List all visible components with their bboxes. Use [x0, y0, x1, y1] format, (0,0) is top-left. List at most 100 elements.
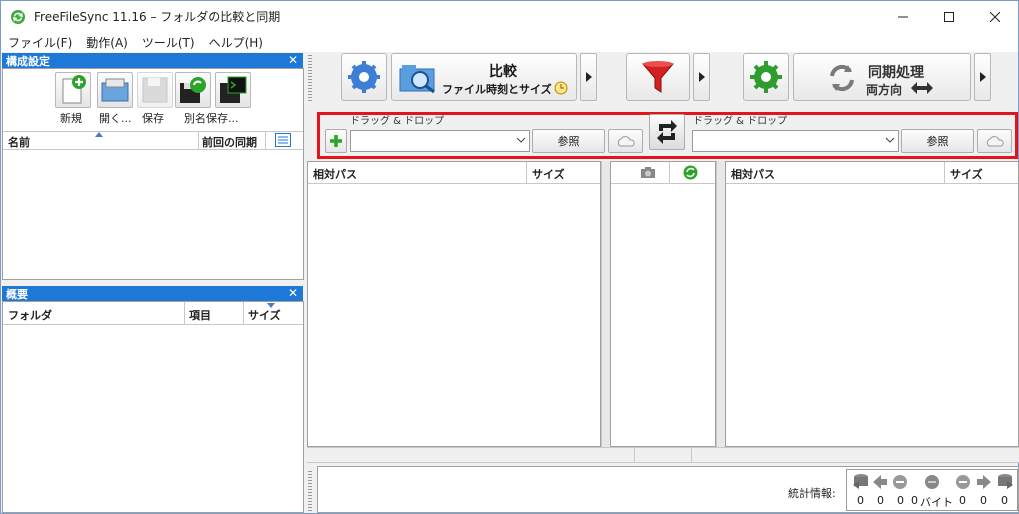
grid-splitter-left[interactable] — [601, 161, 610, 447]
maximize-button[interactable] — [926, 1, 972, 32]
save-config-button[interactable] — [137, 72, 173, 108]
chevron-right-icon — [585, 72, 592, 82]
camera-icon[interactable] — [640, 166, 656, 179]
right-relative-path-header[interactable]: 相対パス — [731, 166, 775, 182]
cloud-icon — [617, 136, 635, 147]
status-bar — [307, 447, 1019, 463]
sync-title: 同期処理 — [868, 65, 924, 81]
grid-splitter-right[interactable] — [716, 161, 725, 447]
sync-settings-button[interactable] — [743, 53, 789, 101]
sync-direction-icon[interactable] — [683, 165, 698, 180]
stat-update-left: 0 — [877, 494, 884, 507]
menu-actions[interactable]: 動作(A) — [79, 34, 135, 51]
browse-left-button[interactable]: 参照 — [532, 129, 605, 153]
compare-settings-gear-icon — [348, 61, 380, 93]
app-window: FreeFileSync 11.16 – フォルダの比較と同期 ファイル(F) … — [0, 0, 1019, 514]
sync-variant: 両方向 — [866, 83, 903, 97]
sync-settings-gear-icon — [750, 61, 782, 93]
overview-panel-title: 概要 — [6, 287, 28, 301]
overview-panel-header: 概要 ✕ — [2, 286, 303, 301]
browse-right-button[interactable]: 参照 — [901, 129, 974, 153]
name-column-header[interactable]: 名前 — [8, 134, 30, 150]
save-disk-icon — [142, 77, 168, 103]
title-bar: FreeFileSync 11.16 – フォルダの比較と同期 — [1, 1, 1018, 32]
menu-bar: ファイル(F) 動作(A) ツール(T) ヘルプ(H) — [1, 32, 1018, 52]
right-size-header[interactable]: サイズ — [950, 166, 983, 182]
window-title: FreeFileSync 11.16 – フォルダの比較と同期 — [34, 10, 281, 24]
left-cloud-button[interactable] — [608, 129, 643, 153]
add-plus-icon — [330, 135, 342, 147]
update-right-icon — [977, 475, 991, 489]
open-folder-icon — [101, 78, 129, 102]
stat-update-right: 0 — [980, 494, 987, 507]
filter-dropdown-button[interactable] — [693, 53, 710, 101]
left-size-header[interactable]: サイズ — [532, 166, 565, 182]
compare-button[interactable]: 比較 ファイル時刻とサイズ — [391, 53, 577, 101]
add-folder-pair-button[interactable] — [325, 129, 347, 153]
stat-bytes: 0 — [911, 494, 918, 507]
save-as-label: 別名保存... — [184, 112, 239, 125]
stat-delete-right: 0 — [959, 494, 966, 507]
statistics-label: 統計情報: — [788, 487, 836, 500]
menu-tools[interactable]: ツール(T) — [135, 34, 202, 51]
minimize-button[interactable] — [880, 1, 926, 32]
left-drop-label: ドラッグ & ドロップ — [350, 116, 445, 127]
left-relative-path-header[interactable]: 相対パス — [313, 166, 357, 182]
save-as-sync-icon — [180, 77, 206, 103]
right-drop-label: ドラッグ & ドロップ — [693, 116, 788, 127]
right-cloud-button[interactable] — [977, 129, 1012, 153]
close-button[interactable] — [972, 1, 1018, 32]
new-config-button[interactable] — [55, 72, 91, 108]
new-document-icon — [62, 75, 86, 104]
freefilesync-logo-icon — [10, 9, 26, 25]
config-panel-close-icon[interactable]: ✕ — [288, 53, 298, 67]
config-panel-title: 構成設定 — [6, 54, 50, 68]
size-column-header[interactable]: サイズ — [248, 307, 281, 323]
compare-title: 比較 — [489, 64, 517, 80]
compare-dropdown-button[interactable] — [580, 53, 597, 101]
config-panel: 新規 開く... 保存 別名保存... 名前 前回の同期 — [2, 68, 304, 280]
menu-file[interactable]: ファイル(F) — [1, 34, 79, 51]
middle-action-grid[interactable] — [610, 161, 716, 447]
save-as-batch-button[interactable] — [215, 72, 251, 108]
items-column-header[interactable]: 項目 — [189, 307, 211, 323]
chevron-right-icon — [698, 72, 705, 82]
sync-button[interactable]: 同期処理 両方向 — [793, 53, 971, 101]
create-right-icon — [998, 474, 1013, 489]
chevron-down-icon — [516, 137, 526, 143]
update-left-icon — [873, 475, 887, 489]
save-label: 保存 — [142, 112, 164, 125]
sort-descending-icon — [267, 303, 275, 308]
compare-settings-button[interactable] — [341, 53, 387, 101]
menu-help[interactable]: ヘルプ(H) — [202, 34, 270, 51]
overview-panel: フォルダ 項目 サイズ — [2, 301, 304, 513]
stat-create-left: 0 — [857, 494, 864, 507]
last-sync-column-header[interactable]: 前回の同期 — [202, 134, 257, 150]
right-file-grid[interactable]: 相対パス サイズ — [725, 161, 1019, 447]
sync-dropdown-button[interactable] — [974, 53, 991, 101]
right-folder-input[interactable] — [692, 130, 899, 152]
swap-arrows-icon — [657, 120, 677, 144]
clock-icon — [554, 81, 568, 95]
open-config-button[interactable] — [97, 72, 133, 108]
toolbar-gripper[interactable] — [308, 55, 312, 101]
batch-job-icon — [220, 76, 247, 103]
filter-button[interactable] — [626, 53, 690, 101]
new-label: 新規 — [60, 112, 82, 125]
open-label: 開く... — [99, 112, 132, 125]
no-change-icon — [925, 475, 939, 489]
folder-column-header[interactable]: フォルダ — [8, 307, 52, 323]
config-panel-header: 構成設定 ✕ — [2, 53, 303, 68]
save-as-config-button[interactable] — [175, 72, 211, 108]
swap-sides-button[interactable] — [649, 114, 685, 150]
overview-panel-close-icon[interactable]: ✕ — [288, 286, 298, 300]
sync-arrows-icon — [830, 64, 854, 92]
sort-ascending-icon — [95, 132, 103, 137]
filter-funnel-icon — [641, 61, 675, 93]
bottom-gripper[interactable] — [308, 471, 312, 511]
stat-bytes-label: バイト — [920, 496, 953, 509]
cloud-icon — [986, 136, 1004, 147]
column-settings-icon[interactable] — [275, 133, 291, 147]
left-file-grid[interactable]: 相対パス サイズ — [307, 161, 601, 447]
left-folder-input[interactable] — [350, 130, 530, 152]
